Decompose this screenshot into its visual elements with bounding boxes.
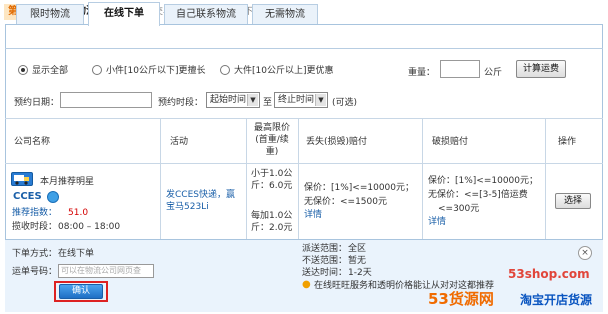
excluded-value: 暂无: [348, 256, 367, 266]
end-time-value: 终止时间: [278, 95, 315, 105]
time-slot-label: 预约时段：: [158, 98, 204, 108]
column-divider: [246, 118, 247, 239]
wangwang-icon[interactable]: [47, 191, 59, 203]
header-damage-compensation: 破损赔付: [432, 137, 469, 147]
column-divider: [160, 118, 161, 239]
company-name[interactable]: CCES: [13, 191, 42, 203]
loss-detail-link[interactable]: 详情: [304, 209, 322, 221]
watermark-tagline: 淘宝开店货源: [520, 293, 593, 307]
price-first-weight: 小于1.0公斤：6.0元: [251, 169, 293, 191]
radio-label: 大件[10公斤以上]更优惠: [234, 66, 334, 76]
loss-insured: 保价：[1%]<=10000元；: [304, 183, 415, 193]
recommend-badge: 本月推荐明星: [40, 177, 95, 187]
damage-detail-link[interactable]: 详情: [428, 216, 446, 228]
radio-label: 显示全部: [32, 66, 69, 76]
radio-show-all[interactable]: 显示全部: [18, 63, 68, 76]
watermark-brand: 53货源网: [428, 290, 494, 308]
lightbulb-icon: ●: [302, 279, 311, 290]
confirm-button[interactable]: 确认: [59, 284, 103, 299]
radio-large-items[interactable]: 大件[10公斤以上]更优惠: [220, 63, 333, 76]
loss-uninsured: 无保价：<=1500元: [304, 197, 387, 207]
excluded-label: 不送范围：: [302, 256, 348, 266]
calculate-fee-button[interactable]: 计算运费: [516, 60, 566, 78]
damage-uninsured: 无保价：<=[3-5]倍运费: [428, 190, 528, 200]
pickup-time: 08:00 – 18:00: [58, 222, 121, 232]
select-button[interactable]: 选择: [555, 193, 591, 209]
header-activity: 活动: [170, 137, 189, 147]
chevron-down-icon: ▼: [315, 94, 326, 106]
radio-dot[interactable]: [220, 64, 230, 75]
tab-self-contact[interactable]: 自己联系物流: [164, 4, 248, 24]
header-action: 操作: [558, 137, 577, 147]
tab-divider: [5, 48, 603, 49]
close-icon[interactable]: ×: [578, 246, 592, 260]
watermark-site: 53shop.com: [508, 267, 590, 281]
weight-label: 重量：: [408, 68, 436, 78]
weight-unit: 公斤: [484, 68, 503, 78]
appointment-row: 预约日期： 预约时段： 起始时间 ▼ 至 终止时间 ▼ (可选): [12, 91, 597, 109]
delivery-time-label: 送达时间：: [302, 268, 348, 278]
area-label: 派送范围：: [302, 244, 348, 254]
radio-label: 小件[10公斤以下]更擅长: [106, 66, 206, 76]
date-input[interactable]: [60, 92, 152, 108]
to-label: 至: [263, 98, 273, 108]
filter-row: 显示全部 小件[10公斤以下]更擅长 大件[10公斤以上]更优惠 重量： 公斤 …: [12, 60, 597, 80]
delivery-time-value: 1-2天: [348, 268, 372, 278]
table-header-divider: [5, 163, 603, 164]
end-time-select[interactable]: 终止时间 ▼: [274, 92, 328, 108]
column-divider: [545, 118, 546, 239]
rating-label: 推荐指数：: [12, 208, 58, 218]
order-method-label: 下单方式：: [12, 249, 58, 259]
start-time-select[interactable]: 起始时间 ▼: [206, 92, 260, 108]
radio-dot[interactable]: [18, 64, 28, 75]
date-label: 预约日期：: [14, 98, 60, 108]
weight-input[interactable]: [440, 60, 480, 78]
tracking-input[interactable]: 可以在物流公司网页查: [58, 264, 154, 278]
column-divider: [422, 118, 423, 239]
truck-icon: [11, 172, 33, 186]
column-divider: [298, 118, 299, 239]
activity-link[interactable]: 发CCES快递，赢宝马523Li: [166, 189, 240, 213]
damage-cap: <=300元: [438, 204, 480, 214]
area-value: 全区: [348, 244, 367, 254]
optional-label: (可选): [332, 98, 358, 108]
order-method-value: 在线下单: [58, 249, 95, 259]
header-max-price: 最高限价(首重/续重): [253, 123, 290, 157]
chevron-down-icon: ▼: [247, 94, 258, 106]
rating-value: 51.0: [68, 208, 89, 218]
header-loss-compensation: 丢失(损毁)赔付: [306, 137, 368, 147]
radio-small-items[interactable]: 小件[10公斤以下]更擅长: [92, 63, 205, 76]
price-additional-weight: 每加1.0公斤：2.0元: [251, 211, 293, 233]
damage-insured: 保价：[1%]<=10000元；: [428, 176, 539, 186]
radio-dot[interactable]: [92, 64, 102, 75]
tab-online-order[interactable]: 在线下单: [88, 2, 160, 26]
start-time-value: 起始时间: [210, 95, 247, 105]
tracking-label: 运单号码：: [12, 267, 58, 277]
header-company: 公司名称: [14, 137, 51, 147]
pickup-label: 揽收时段：: [12, 222, 58, 232]
tab-timed-logistics[interactable]: 限时物流: [16, 4, 84, 24]
tab-no-logistics[interactable]: 无需物流: [252, 4, 318, 24]
